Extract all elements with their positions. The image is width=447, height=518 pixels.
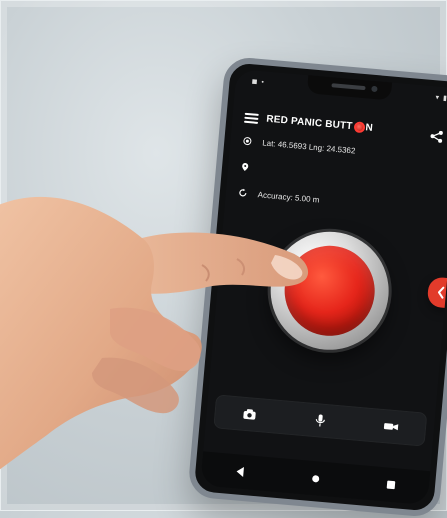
recent-apps-button[interactable] [378, 472, 404, 498]
recent-apps-icon [386, 480, 396, 490]
camera-icon [243, 409, 256, 420]
home-button[interactable] [302, 465, 328, 491]
back-button[interactable] [227, 459, 253, 485]
location-text: Lat: 46.5693 Lng: 24.5362 [261, 137, 356, 156]
accuracy-text: Accuracy: 5.00 m [257, 189, 320, 205]
home-icon [311, 474, 320, 483]
panic-button-ring [265, 226, 394, 355]
location-pin-icon [242, 163, 249, 171]
curled-fingers-shadow [92, 357, 179, 414]
video-button[interactable] [377, 413, 405, 441]
status-right: ▾ ▮ [435, 90, 447, 105]
media-bar [213, 394, 428, 447]
crosshair-icon [243, 137, 252, 146]
phone-screen: ◼ • ▾ ▮ RED PANIC BUTT N Lat: 46.5693 Ln… [200, 68, 447, 506]
status-left: ◼ • [251, 74, 264, 89]
status-bar-glyph: • [261, 78, 265, 86]
title-prefix: RED PANIC BUTT [265, 113, 354, 133]
panic-button[interactable] [265, 226, 394, 355]
app-title: RED PANIC BUTT N [266, 114, 373, 134]
side-tab-button[interactable] [426, 276, 447, 309]
panic-button-core [280, 242, 379, 340]
chevron-left-icon [437, 286, 445, 299]
microphone-button[interactable] [306, 406, 334, 434]
refresh-icon[interactable] [237, 187, 248, 198]
status-bar-glyph: ▮ [442, 94, 447, 103]
curled-fingers [110, 307, 201, 371]
camera-button[interactable] [236, 400, 264, 428]
status-bar-glyph: ▾ [435, 94, 440, 102]
video-icon [383, 423, 398, 431]
status-bar-glyph: ◼ [251, 78, 258, 86]
menu-icon[interactable] [243, 111, 259, 124]
phone: ◼ • ▾ ▮ RED PANIC BUTT N Lat: 46.5693 Ln… [187, 55, 447, 518]
title-suffix: N [365, 122, 374, 134]
hand-palm [0, 196, 202, 470]
title-o-icon [353, 121, 366, 134]
back-icon [235, 466, 244, 477]
microphone-icon [315, 414, 325, 427]
share-icon[interactable] [429, 130, 444, 143]
system-nav-bar [200, 451, 431, 506]
